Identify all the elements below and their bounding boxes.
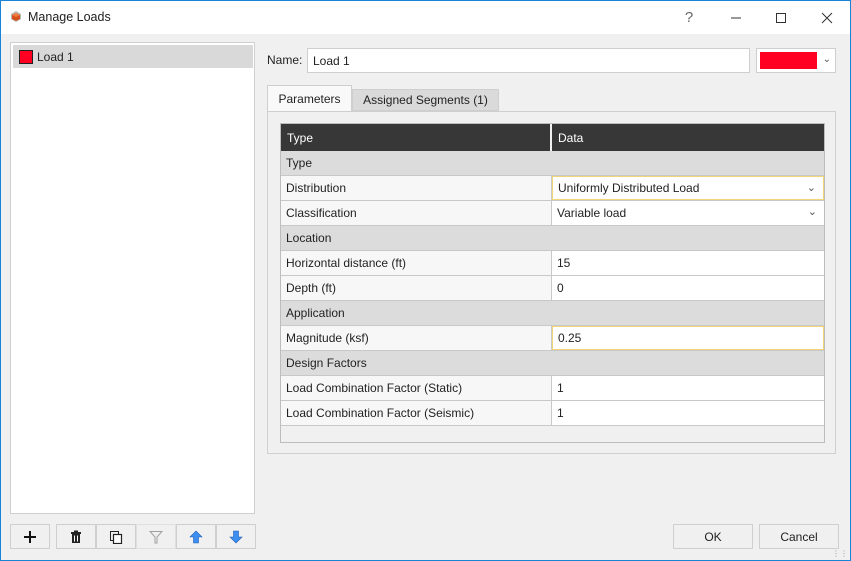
chevron-down-icon: ⌄: [807, 206, 817, 218]
title-bar: Manage Loads ?: [1, 1, 850, 34]
window-title: Manage Loads: [28, 10, 111, 24]
row-label: Magnitude (ksf): [281, 326, 552, 350]
help-button[interactable]: ?: [666, 1, 712, 34]
list-item[interactable]: Load 1: [13, 45, 253, 68]
manage-loads-dialog: Manage Loads ? Load 1 Name: Load 1 ⌄ Par…: [0, 0, 851, 561]
grid-header: Type Data: [281, 124, 824, 151]
horizontal-distance-input[interactable]: 15: [552, 251, 824, 275]
row-label: Distribution: [281, 176, 552, 200]
table-row-factor-seismic: Load Combination Factor (Seismic) 1: [281, 401, 824, 426]
row-value: Variable load: [557, 206, 627, 220]
tab-assigned-segments[interactable]: Assigned Segments (1): [352, 89, 499, 111]
move-down-button[interactable]: [216, 524, 256, 549]
table-row-depth: Depth (ft) 0: [281, 276, 824, 301]
section-row-design-factors: Design Factors: [281, 351, 824, 376]
classification-dropdown[interactable]: Variable load ⌄: [552, 201, 824, 225]
parameters-panel: Type Data Type Distribution Uniformly Di…: [267, 111, 836, 454]
copy-load-button[interactable]: [96, 524, 136, 549]
factor-static-input[interactable]: 1: [552, 376, 824, 400]
section-row-type: Type: [281, 151, 824, 176]
close-button[interactable]: [804, 1, 850, 34]
section-row-application: Application: [281, 301, 824, 326]
table-row-horizontal-distance: Horizontal distance (ft) 15: [281, 251, 824, 276]
column-header-data[interactable]: Data: [552, 124, 824, 151]
row-label: Horizontal distance (ft): [281, 251, 552, 275]
row-label: Load Combination Factor (Static): [281, 376, 552, 400]
filter-button[interactable]: [136, 524, 176, 549]
list-toolbar: [10, 524, 256, 549]
plus-icon: [24, 530, 36, 543]
section-label: Location: [286, 231, 332, 245]
name-input-value: Load 1: [313, 53, 350, 68]
color-picker-dropdown[interactable]: ⌄: [756, 48, 836, 73]
section-label: Application: [286, 306, 345, 320]
trash-icon: [71, 530, 81, 543]
ok-button[interactable]: OK: [673, 524, 753, 549]
section-row-location: Location: [281, 226, 824, 251]
selected-color-swatch: [760, 52, 817, 69]
delete-load-button[interactable]: [56, 524, 96, 549]
parameters-grid: Type Data Type Distribution Uniformly Di…: [280, 123, 825, 443]
resize-grip-icon[interactable]: ⋮⋮: [832, 549, 848, 558]
minimize-icon: [731, 17, 741, 18]
load-color-swatch: [19, 49, 33, 64]
maximize-button[interactable]: [758, 1, 804, 34]
add-load-button[interactable]: [10, 524, 50, 549]
maximize-icon: [776, 12, 786, 23]
table-row-factor-static: Load Combination Factor (Static) 1: [281, 376, 824, 401]
filter-icon: [149, 530, 163, 543]
copy-icon: [110, 530, 123, 544]
tab-parameters[interactable]: Parameters: [267, 85, 352, 111]
section-label: Design Factors: [286, 356, 367, 370]
arrow-down-icon: [229, 530, 243, 543]
row-label: Load Combination Factor (Seismic): [281, 401, 552, 425]
table-row-magnitude: Magnitude (ksf) 0.25: [281, 326, 824, 351]
minimize-button[interactable]: [713, 1, 759, 34]
table-row-classification: Classification Variable load ⌄: [281, 201, 824, 226]
close-icon: [821, 12, 833, 23]
loads-list[interactable]: Load 1: [10, 42, 255, 514]
app-icon: [9, 10, 23, 24]
cancel-button[interactable]: Cancel: [759, 524, 839, 549]
move-up-button[interactable]: [176, 524, 216, 549]
distribution-dropdown[interactable]: Uniformly Distributed Load ⌄: [552, 176, 824, 200]
name-input[interactable]: Load 1: [307, 48, 750, 73]
help-icon: ?: [684, 9, 694, 26]
row-value: Uniformly Distributed Load: [558, 181, 700, 195]
row-label: Classification: [281, 201, 552, 225]
chevron-down-icon: ⌄: [806, 182, 816, 194]
name-label: Name:: [267, 53, 303, 67]
factor-seismic-input[interactable]: 1: [552, 401, 824, 425]
chevron-down-icon: ⌄: [822, 54, 831, 65]
magnitude-input[interactable]: 0.25: [552, 326, 824, 350]
row-label: Depth (ft): [281, 276, 552, 300]
table-row-distribution: Distribution Uniformly Distributed Load …: [281, 176, 824, 201]
arrow-up-icon: [189, 530, 203, 543]
list-item-label: Load 1: [37, 49, 74, 64]
section-label: Type: [286, 156, 313, 170]
depth-input[interactable]: 0: [552, 276, 824, 300]
column-header-type[interactable]: Type: [281, 124, 552, 151]
